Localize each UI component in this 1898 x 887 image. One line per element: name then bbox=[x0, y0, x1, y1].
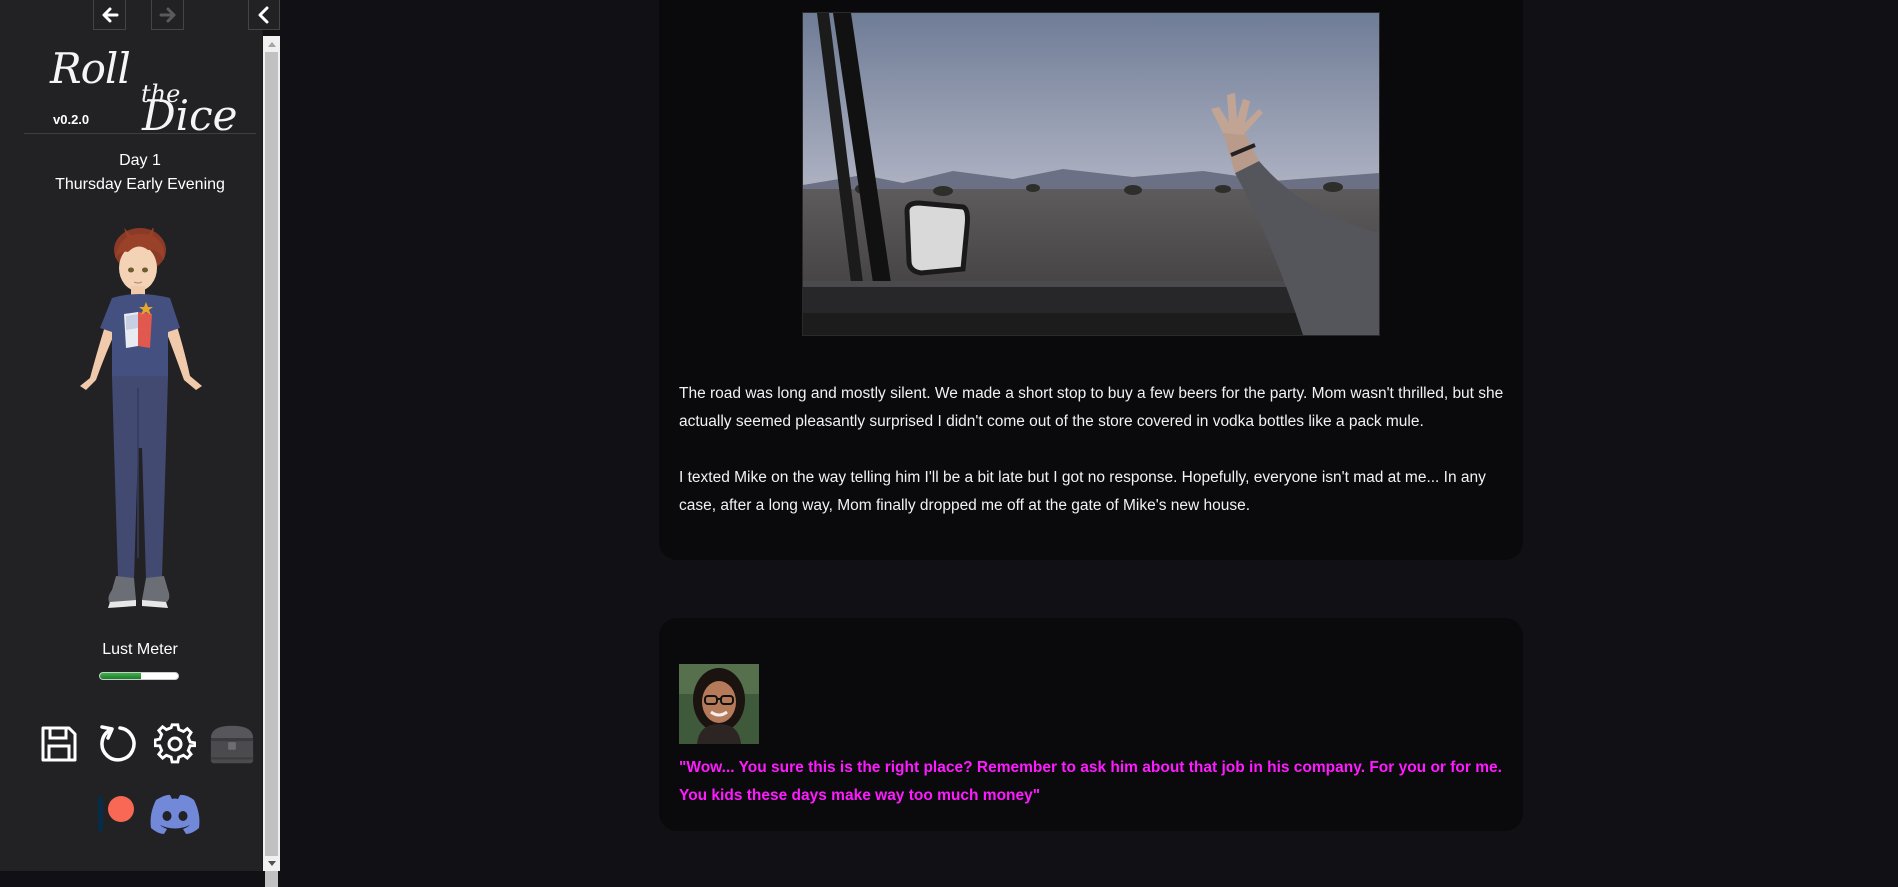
gear-icon bbox=[154, 723, 196, 764]
settings-button[interactable] bbox=[151, 720, 199, 768]
save-button[interactable] bbox=[35, 720, 83, 768]
game-title: Roll the Dice v0.2.0 bbox=[24, 44, 256, 140]
speaker-portrait-mom bbox=[679, 664, 759, 744]
player-character-image bbox=[80, 228, 202, 608]
version-label: v0.2.0 bbox=[53, 112, 90, 127]
sidebar-scrollbar[interactable] bbox=[263, 36, 280, 887]
discord-icon bbox=[150, 794, 200, 834]
restart-icon bbox=[100, 725, 136, 762]
lust-meter-label: Lust Meter bbox=[102, 641, 178, 658]
story-passage: The road was long and mostly silent. We … bbox=[659, 0, 1523, 560]
sidebar: Roll the Dice v0.2.0 Day 1 Thursday Earl… bbox=[0, 0, 280, 887]
restart-button[interactable] bbox=[93, 720, 141, 768]
inventory-button[interactable] bbox=[208, 720, 256, 768]
lust-meter-fill bbox=[100, 673, 141, 679]
history-back-button[interactable] bbox=[93, 0, 126, 30]
dialogue-passage: "Wow... You sure this is the right place… bbox=[659, 618, 1523, 831]
story-paragraph: I texted Mike on the way telling him I'l… bbox=[679, 469, 1486, 514]
caret-down-icon bbox=[267, 860, 276, 866]
patreon-icon bbox=[98, 796, 134, 831]
story-area: The road was long and mostly silent. We … bbox=[281, 0, 1898, 871]
arrow-right-icon bbox=[159, 7, 175, 22]
arrow-left-icon bbox=[102, 7, 118, 22]
scroll-thumb[interactable] bbox=[265, 52, 278, 887]
patreon-link[interactable] bbox=[95, 792, 139, 836]
sidebar-collapse-button[interactable] bbox=[248, 0, 280, 30]
title-roll: Roll bbox=[50, 44, 131, 93]
history-forward-button[interactable] bbox=[151, 0, 184, 30]
discord-link[interactable] bbox=[148, 792, 202, 836]
save-icon bbox=[41, 726, 77, 762]
story-paragraph: The road was long and mostly silent. We … bbox=[679, 385, 1504, 430]
day-label: Day 1 bbox=[119, 152, 161, 169]
title-divider bbox=[24, 133, 256, 134]
scroll-up-arrow[interactable] bbox=[263, 36, 280, 51]
time-label: Thursday Early Evening bbox=[55, 176, 225, 193]
scene-image-car-window bbox=[802, 12, 1380, 336]
caret-up-icon bbox=[267, 41, 276, 47]
speaker-dialogue: "Wow... You sure this is the right place… bbox=[679, 759, 1502, 804]
chest-icon bbox=[210, 725, 254, 764]
chevron-left-icon bbox=[258, 6, 269, 23]
lust-meter-bar bbox=[99, 672, 179, 680]
scroll-down-arrow[interactable] bbox=[263, 856, 280, 871]
